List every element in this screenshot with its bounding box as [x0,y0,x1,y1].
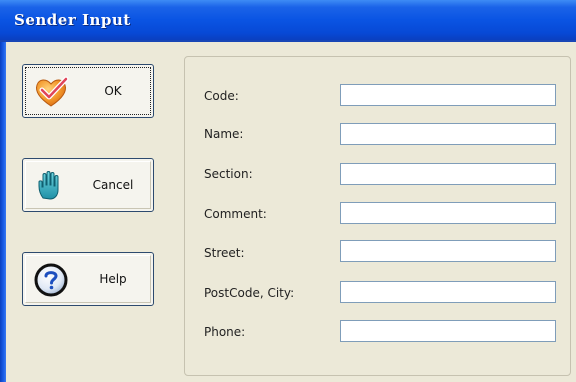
cancel-button[interactable]: Cancel [22,158,154,212]
phone-label: Phone: [204,325,246,339]
postcode-city-label: PostCode, City: [204,286,295,300]
name-input[interactable] [340,123,556,145]
ok-button[interactable]: OK [22,64,154,118]
help-button-label: Help [99,272,127,286]
ok-button-label: OK [104,84,122,98]
street-label: Street: [204,246,245,260]
section-label: Section: [204,167,253,181]
title-bar[interactable]: Sender Input [0,0,576,42]
comment-label: Comment: [204,207,267,221]
postcode-city-input[interactable] [340,281,556,303]
window-left-border [0,42,6,382]
code-input[interactable] [340,84,556,106]
hand-stop-icon [38,171,59,200]
help-question-icon [34,263,68,297]
cancel-button-label: Cancel [92,178,134,192]
street-input[interactable] [340,240,556,262]
comment-input[interactable] [340,202,556,224]
code-label: Code: [204,89,239,103]
window-title: Sender Input [14,11,131,29]
section-input[interactable] [340,163,556,185]
sender-input-dialog: Sender Input OK Cancel Help Code: Name: … [0,0,576,382]
phone-input[interactable] [340,320,556,342]
help-button[interactable]: Help [22,252,154,306]
name-label: Name: [204,127,244,141]
checkmark-heart-icon [36,76,69,107]
